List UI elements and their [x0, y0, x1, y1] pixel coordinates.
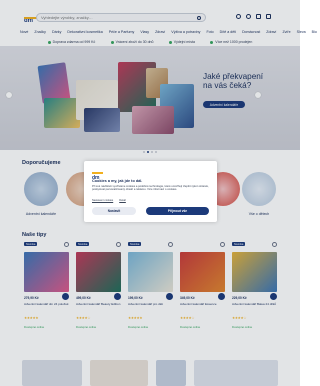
dm-logo: dm: [92, 166, 103, 181]
cookie-dialog-title: Cookies a my, jak jde to dál.: [92, 179, 143, 183]
accept-all-button[interactable]: Přijmout vše: [146, 207, 209, 215]
logo-bar: [92, 172, 103, 174]
nav-item[interactable]: Bio: [312, 30, 317, 34]
cookie-dialog: dm Cookies a my, jak jde to dál. Při své…: [84, 161, 217, 222]
cookie-dialog-text: Při své návštěvě využíváme cookies a pod…: [92, 185, 209, 192]
cookie-detail-link[interactable]: Detail: [119, 199, 126, 202]
cookie-links: Nastavení cookies Detail: [92, 199, 126, 202]
cookie-settings-button[interactable]: Nastavit: [92, 207, 136, 215]
cookie-settings-link[interactable]: Nastavení cookies: [92, 199, 113, 202]
